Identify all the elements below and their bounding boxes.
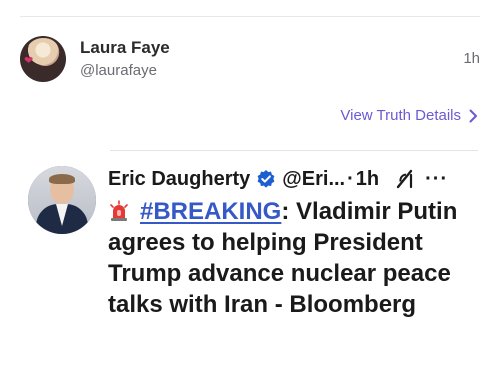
post-author-name[interactable]: Laura Faye xyxy=(80,38,170,58)
view-truth-details-label: View Truth Details xyxy=(340,107,461,124)
chevron-right-icon xyxy=(469,109,477,122)
post-author-handle[interactable]: @laurafaye xyxy=(80,62,157,79)
divider xyxy=(20,16,480,17)
tweet-author-avatar[interactable] xyxy=(28,166,96,234)
heart-icon: ❤ xyxy=(24,55,34,67)
divider xyxy=(110,150,478,151)
separator-dot: · xyxy=(347,167,354,190)
tweet-timestamp: 1h xyxy=(355,167,380,190)
more-options-icon[interactable]: ··· xyxy=(425,168,448,191)
tweet-text: #BREAKING: Vladimir Putin agrees to help… xyxy=(108,196,468,320)
post-timestamp: 1h xyxy=(463,50,480,67)
tweet-header: Eric Daugherty @Eri... · 1h ··· xyxy=(108,166,478,192)
avatar[interactable]: ❤ xyxy=(20,36,66,82)
view-truth-details-link[interactable]: View Truth Details xyxy=(340,107,478,124)
tweet-author-handle[interactable]: @Eri... xyxy=(282,168,345,191)
siren-icon xyxy=(110,200,128,221)
post-header: ❤ Laura Faye @laurafaye 1h xyxy=(20,34,480,82)
grok-icon[interactable] xyxy=(395,169,415,189)
truth-post-page: ❤ Laura Faye @laurafaye 1h View Truth De… xyxy=(0,0,500,380)
hashtag-link[interactable]: #BREAKING xyxy=(140,198,281,225)
tweet-author-name[interactable]: Eric Daugherty xyxy=(108,168,250,191)
verified-badge-icon xyxy=(257,170,275,188)
